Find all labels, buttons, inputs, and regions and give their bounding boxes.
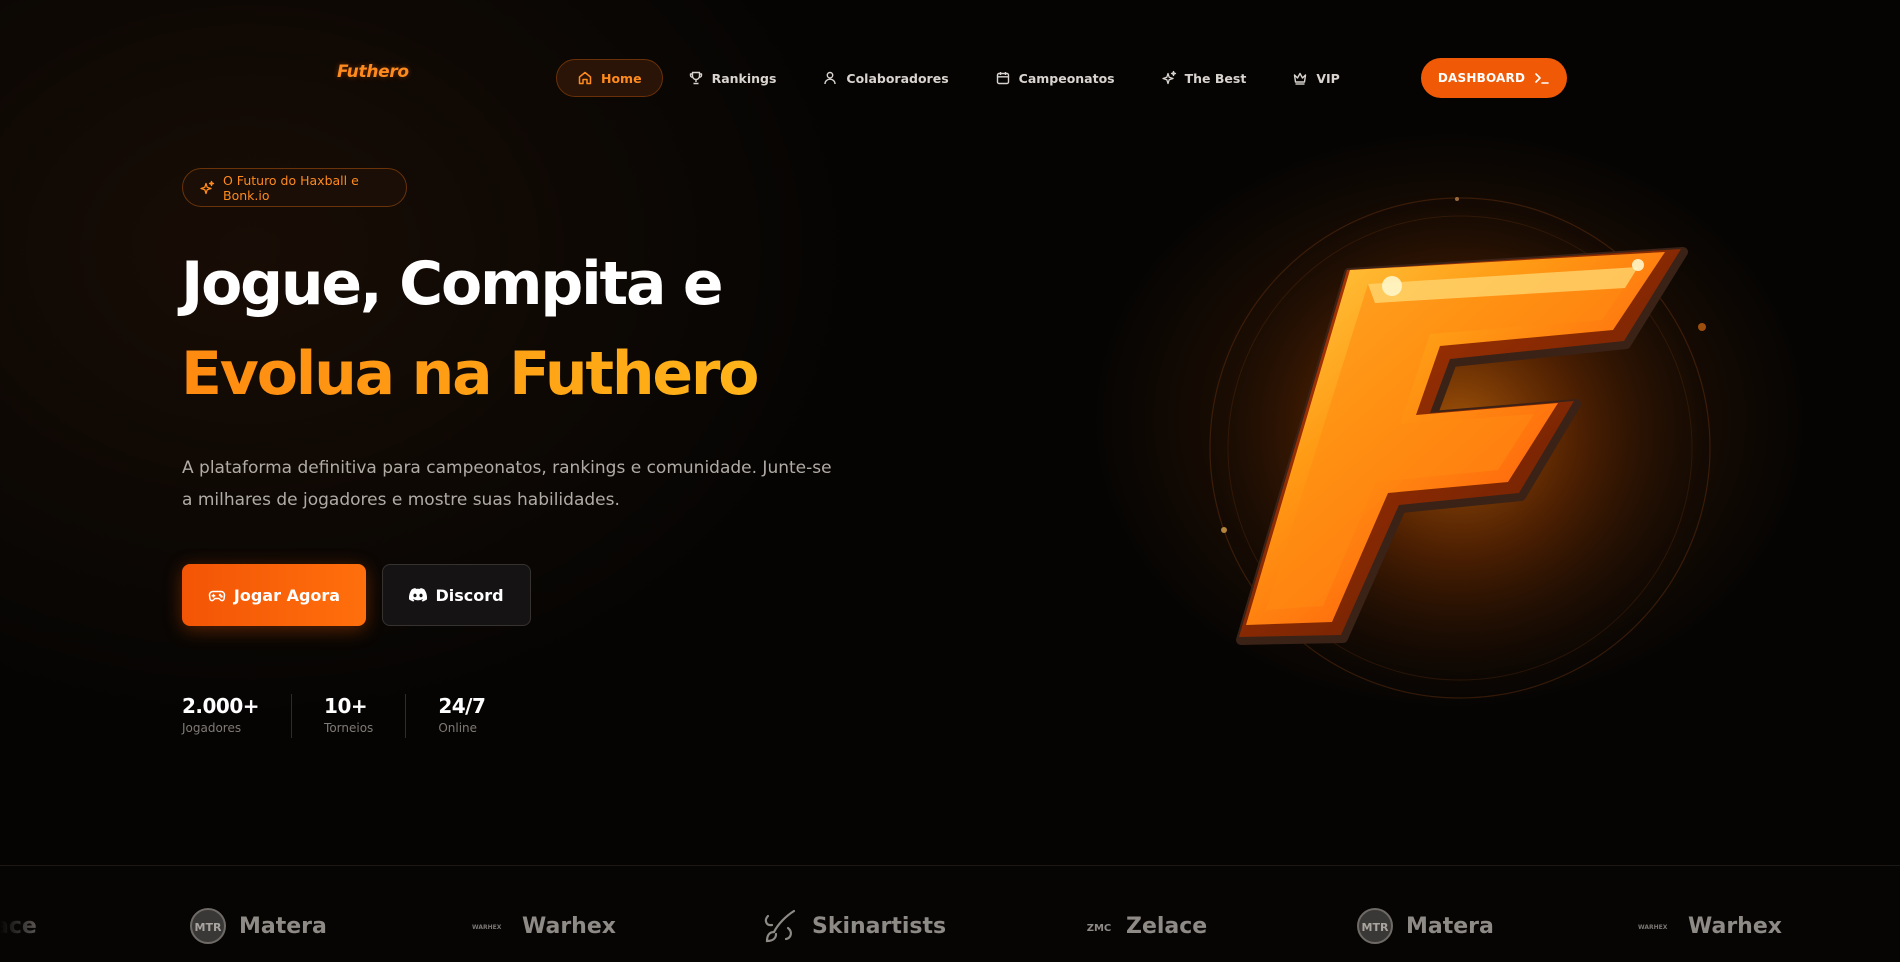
stat-tournaments: 10+ Torneios: [324, 694, 407, 738]
top-navigation: Futhero Home Rankings Colaboradores Camp…: [0, 0, 1900, 155]
nav-item-campeonatos[interactable]: Campeonatos: [974, 59, 1136, 97]
nav-item-vip[interactable]: VIP: [1271, 59, 1361, 97]
sparkles-icon: [1161, 70, 1177, 86]
hero-title-line-2: Evolua na Futhero: [181, 339, 759, 409]
nav-item-label: The Best: [1184, 70, 1247, 86]
discord-button[interactable]: Discord: [382, 564, 531, 626]
stat-label: Jogadores: [182, 721, 242, 735]
hero-f-emblem: [1180, 170, 1740, 730]
hero-badge: O Futuro do Haxball e Bonk.io: [182, 168, 407, 207]
partners-strip: ace MTR Matera WARHEX Warhex Skinartists…: [0, 865, 1900, 962]
hero-badge-text: O Futuro do Haxball e Bonk.io: [223, 172, 359, 203]
nav-item-the-best[interactable]: The Best: [1140, 59, 1268, 97]
nav-item-label: VIP: [1316, 70, 1340, 86]
stat-value: 10+: [324, 694, 368, 718]
dashboard-button-label: DASHBOARD: [1437, 71, 1526, 85]
gamepad-icon: [208, 586, 226, 604]
calendar-icon: [995, 70, 1011, 86]
strip-fade: [0, 866, 60, 962]
stat-players: 2.000+ Jogadores: [182, 694, 293, 738]
brand-logo[interactable]: Futhero: [337, 62, 409, 82]
terminal-icon: [1534, 71, 1550, 85]
nav-item-colaboradores[interactable]: Colaboradores: [801, 59, 969, 97]
partner-name: Skinartists: [812, 913, 947, 939]
partner-item: MTR Matera: [1356, 906, 1494, 946]
home-icon: [577, 70, 593, 86]
partner-mark: ZMC: [1087, 923, 1112, 934]
trophy-icon: [688, 70, 704, 86]
hero-title-line-1: Jogue, Compita e: [181, 249, 724, 319]
partner-mark: WARHEX: [472, 924, 502, 931]
partner-item: Skinartists: [760, 906, 946, 946]
stat-label: Online: [438, 721, 478, 735]
nav-item-rankings[interactable]: Rankings: [667, 59, 798, 97]
partner-name: Warhex: [522, 913, 616, 939]
user-icon: [822, 70, 838, 86]
partner-name: Warhex: [1688, 913, 1782, 939]
nav-item-label: Campeonatos: [1018, 70, 1115, 86]
dashboard-button[interactable]: DASHBOARD: [1421, 58, 1567, 98]
sparkles-icon: [199, 180, 215, 196]
nav-links: Home Rankings Colaboradores Campeonatos …: [556, 59, 1365, 97]
stat-value: 2.000+: [182, 694, 260, 718]
partner-name: Matera: [1406, 913, 1494, 939]
play-now-label: Jogar Agora: [233, 585, 341, 605]
matera-logo-icon: MTR: [1356, 907, 1394, 945]
partner-mark: MTR: [195, 921, 222, 934]
zelace-logo-icon: ZMC: [1084, 915, 1114, 937]
stat-value: 24/7: [438, 694, 486, 718]
warhex-logo-icon: WARHEX: [472, 919, 510, 933]
nav-item-label: Rankings: [711, 70, 777, 86]
partner-name: Matera: [239, 913, 327, 939]
nav-item-label: Home: [601, 70, 642, 86]
discord-icon: [409, 588, 428, 602]
partner-mark: WARHEX: [1638, 924, 1668, 931]
crown-icon: [1292, 70, 1308, 86]
partner-item: MTR Matera: [189, 906, 327, 946]
partner-name: Zelace: [1126, 913, 1208, 939]
discord-label: Discord: [435, 585, 504, 605]
partner-mark: MTR: [1362, 921, 1389, 934]
partner-item: WARHEX Warhex: [1638, 906, 1782, 946]
stat-online: 24/7 Online: [438, 694, 517, 738]
nav-item-home[interactable]: Home: [556, 59, 663, 97]
partner-item: ZMC Zelace: [1084, 906, 1208, 946]
warhex-logo-icon: WARHEX: [1638, 919, 1676, 933]
nav-item-label: Colaboradores: [846, 70, 949, 86]
play-now-button[interactable]: Jogar Agora: [182, 564, 366, 626]
partner-item: WARHEX Warhex: [472, 906, 616, 946]
hero-description: A plataforma definitiva para campeonatos…: [182, 458, 832, 510]
matera-logo-icon: MTR: [189, 907, 227, 945]
stat-label: Torneios: [324, 721, 374, 735]
hero-stats: 2.000+ Jogadores 10+ Torneios 24/7 Onlin…: [182, 694, 549, 738]
brush-logo-icon: [760, 906, 800, 946]
